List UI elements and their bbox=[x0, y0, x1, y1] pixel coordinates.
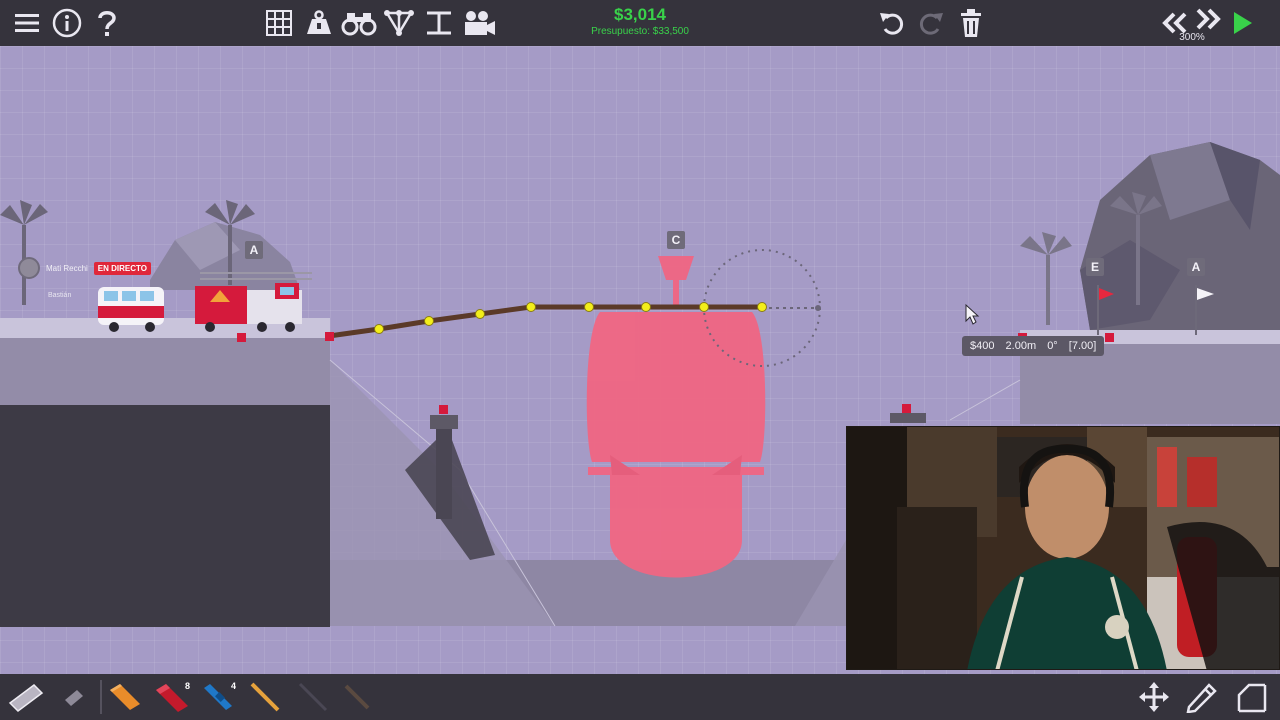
binoculars-icon[interactable] bbox=[339, 4, 379, 42]
anchor-label: A bbox=[245, 241, 263, 259]
rope-count: 4 bbox=[230, 681, 236, 691]
checkpoint-label: E bbox=[1086, 258, 1104, 276]
mouse-cursor-icon bbox=[965, 303, 980, 325]
rope-material-button[interactable]: 4 bbox=[198, 678, 238, 716]
bottom-toolbar: 8 4 bbox=[0, 674, 1280, 720]
streamer-name: Mati Recchi bbox=[46, 263, 88, 273]
camera-icon[interactable] bbox=[459, 4, 499, 42]
live-badge: EN DIRECTO bbox=[93, 261, 151, 275]
anchor-point bbox=[237, 333, 246, 342]
ship-clearance-zone bbox=[586, 256, 766, 578]
game-screen: $3,014 Presupuesto: $33,500 300% A C E A… bbox=[0, 0, 1280, 720]
corner-icon[interactable] bbox=[1232, 678, 1272, 716]
anchor-point bbox=[439, 405, 448, 414]
redo-icon[interactable] bbox=[911, 4, 951, 42]
steel-material-button[interactable] bbox=[244, 678, 284, 716]
anchor-point bbox=[902, 404, 911, 413]
menu-icon[interactable] bbox=[7, 4, 47, 42]
joints-icon[interactable] bbox=[379, 4, 419, 42]
anchor-point bbox=[1105, 333, 1114, 342]
undo-icon[interactable] bbox=[872, 4, 912, 42]
segment-tooltip: $400 2.00m 0° [7.00] bbox=[962, 336, 1105, 356]
budget-limit: Presupuesto: $33,500 bbox=[591, 26, 689, 37]
grid-icon[interactable] bbox=[259, 4, 299, 42]
budget-display: $3,014 Presupuesto: $33,500 bbox=[560, 5, 720, 39]
segment-length: 2.00m bbox=[1005, 340, 1037, 352]
left-cliff bbox=[0, 405, 330, 627]
bridge-cost: $3,014 bbox=[614, 5, 666, 24]
reinforced-road-button[interactable] bbox=[54, 678, 94, 716]
info-icon[interactable] bbox=[47, 4, 87, 42]
top-toolbar: $3,014 Presupuesto: $33,500 300% bbox=[0, 0, 1280, 46]
measure-icon[interactable] bbox=[419, 4, 459, 42]
hydraulic-material-button[interactable]: 8 bbox=[152, 678, 192, 716]
help-icon[interactable] bbox=[87, 4, 127, 42]
edit-icon[interactable] bbox=[1182, 678, 1222, 716]
avatar bbox=[18, 257, 40, 279]
wood-material-button[interactable] bbox=[104, 678, 144, 716]
segment-angle: 0° bbox=[1047, 340, 1058, 352]
finish-label: A bbox=[1187, 258, 1205, 276]
zoom-level: 300% bbox=[1179, 32, 1205, 43]
trash-icon[interactable] bbox=[951, 4, 991, 42]
move-icon[interactable] bbox=[1134, 678, 1174, 716]
segment-stress: [7.00] bbox=[1068, 340, 1097, 352]
ship-label: C bbox=[667, 231, 685, 249]
hydraulic-count: 8 bbox=[184, 681, 190, 691]
anchor-point bbox=[325, 332, 334, 341]
segment-cost: $400 bbox=[970, 340, 995, 352]
spring-material-button[interactable] bbox=[336, 678, 376, 716]
viewer-name: Bastián bbox=[48, 292, 72, 299]
webcam-overlay bbox=[846, 426, 1280, 670]
toolbar-divider bbox=[100, 680, 102, 714]
cable-material-button[interactable] bbox=[292, 678, 332, 716]
anchor-weight-icon[interactable] bbox=[299, 4, 339, 42]
play-icon[interactable] bbox=[1222, 4, 1262, 42]
road-material-button[interactable] bbox=[6, 678, 46, 716]
stream-overlay: Mati Recchi EN DIRECTO bbox=[18, 257, 151, 279]
